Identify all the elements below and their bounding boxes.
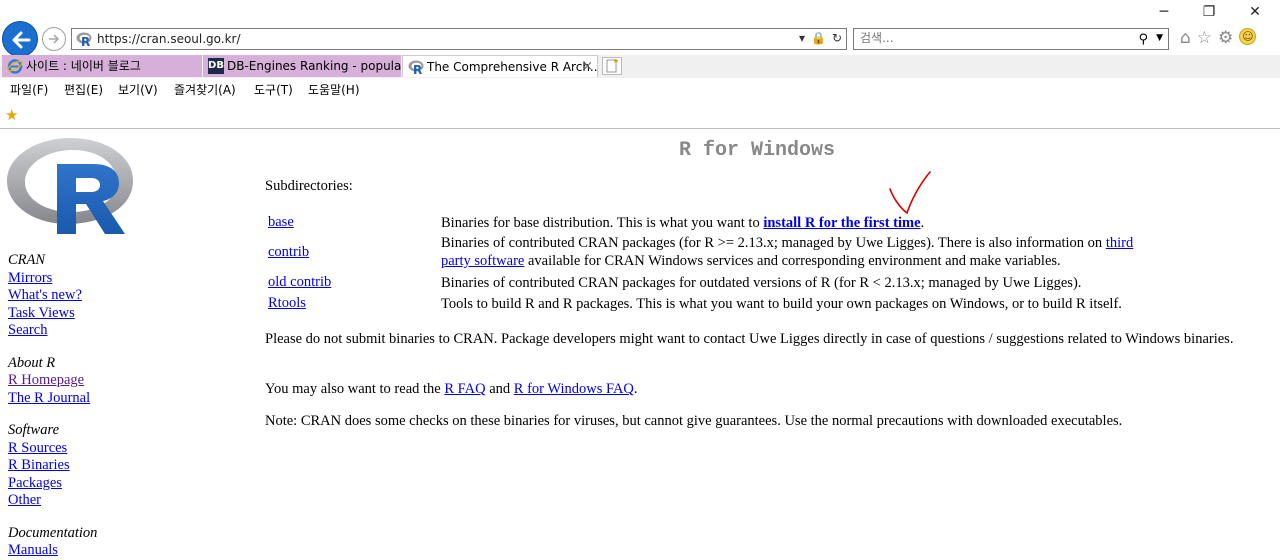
tab-label: 사이트 : 네이버 블로그 xyxy=(26,59,141,73)
favorites-bar: ★ xyxy=(0,100,1280,129)
sidebar-heading-documentation: Documentation xyxy=(8,524,98,541)
sidebar-heading-cran: CRAN xyxy=(8,252,46,268)
sidebar-link-search[interactable]: Search xyxy=(8,322,97,340)
address-bar[interactable]: R https://cran.seoul.go.kr/ ▾ 🔒 ↻ xyxy=(71,28,847,50)
menu-file[interactable]: 파일(F) xyxy=(10,81,48,98)
red-checkmark-annotation xyxy=(889,171,931,215)
new-tab-icon[interactable] xyxy=(602,57,622,75)
sidebar-link-mirrors[interactable]: Mirrors xyxy=(8,270,97,288)
search-box[interactable]: ⚲ ▼ xyxy=(853,28,1169,50)
search-dropdown-icon[interactable]: ▼ xyxy=(1156,33,1163,43)
page-title: R for Windows xyxy=(679,139,836,162)
restore-button[interactable]: ❐ xyxy=(1199,4,1219,20)
refresh-icon[interactable]: ↻ xyxy=(832,31,842,45)
menu-favorites[interactable]: 즐겨찾기(A) xyxy=(174,81,236,98)
subdirectories-label: Subdirectories: xyxy=(265,178,353,194)
menu-bar: 파일(F) 편집(E) 보기(V) 즐겨찾기(A) 도구(T) 도움말(H) xyxy=(0,78,1280,100)
tab-naver-blog[interactable]: 사이트 : 네이버 블로그 xyxy=(2,55,202,77)
tab-bar: 사이트 : 네이버 블로그 DB DB-Engines Ranking - po… xyxy=(0,55,1280,78)
sidebar-link-r-binaries[interactable]: R Binaries xyxy=(8,457,97,475)
search-input[interactable] xyxy=(860,31,1120,45)
r-favicon-icon: R xyxy=(408,60,424,75)
sidebar-link-task-views[interactable]: Task Views xyxy=(8,305,97,323)
minimize-button[interactable]: ─ xyxy=(1154,4,1174,20)
search-icon[interactable]: ⚲ xyxy=(1138,32,1148,47)
sidebar-heading-software: Software xyxy=(8,422,60,438)
forward-button[interactable] xyxy=(42,27,66,51)
menu-view[interactable]: 보기(V) xyxy=(118,81,158,98)
paragraph-faq: You may also want to read the R FAQ and … xyxy=(265,381,638,397)
sidebar-link-r-sources[interactable]: R Sources xyxy=(8,440,97,458)
sidebar-heading-about-r: About R xyxy=(8,354,56,371)
link-old-contrib[interactable]: old contrib xyxy=(268,274,331,291)
tab-db-engines[interactable]: DB DB-Engines Ranking - popular... xyxy=(203,55,401,77)
menu-help[interactable]: 도움말(H) xyxy=(308,81,360,98)
forward-arrow-icon xyxy=(49,34,60,44)
r-favicon-icon: R xyxy=(76,32,92,47)
desc-old-contrib: Binaries of contributed CRAN packages fo… xyxy=(441,275,1082,291)
link-r-windows-faq[interactable]: R for Windows FAQ xyxy=(514,381,634,397)
link-third-party-software-2[interactable]: party software xyxy=(441,253,524,269)
db-engines-icon: DB xyxy=(208,58,224,74)
browser-toolbar: ─ ❐ ✕ R https://cran.seoul.go.kr/ ▾ 🔒 ↻ … xyxy=(0,0,1280,57)
menu-tools[interactable]: 도구(T) xyxy=(254,81,293,98)
desc-base: Binaries for base distribution. This is … xyxy=(441,215,925,231)
link-install-r-first-time[interactable]: install R for the first time xyxy=(763,215,920,231)
link-r-faq[interactable]: R FAQ xyxy=(444,381,485,397)
star-icon[interactable]: ☆ xyxy=(1197,28,1212,48)
sidebar-link-whats-new[interactable]: What's new? xyxy=(8,287,97,305)
tab-label: The Comprehensive R Arch... xyxy=(427,60,598,74)
sidebar-link-other[interactable]: Other xyxy=(8,492,97,510)
sidebar-link-manuals[interactable]: Manuals xyxy=(8,542,97,560)
sidebar-link-packages[interactable]: Packages xyxy=(8,475,97,493)
back-arrow-icon xyxy=(12,31,31,49)
paragraph-virus-note: Note: CRAN does some checks on these bin… xyxy=(265,413,1123,429)
close-window-button[interactable]: ✕ xyxy=(1245,4,1265,20)
back-button[interactable] xyxy=(2,21,38,57)
sidebar-link-r-homepage[interactable]: R Homepage xyxy=(8,372,97,390)
home-icon[interactable]: ⌂ xyxy=(1180,28,1191,48)
menu-edit[interactable]: 편집(E) xyxy=(64,81,103,98)
ie-icon xyxy=(7,59,23,74)
svg-text:R: R xyxy=(413,63,422,75)
sidebar-nav: CRAN Mirrors What's new? Task Views Sear… xyxy=(8,252,97,560)
gear-icon[interactable]: ⚙ xyxy=(1218,28,1233,48)
tab-cran[interactable]: R The Comprehensive R Arch... × xyxy=(402,55,598,77)
web-page: CRAN Mirrors What's new? Task Views Sear… xyxy=(0,129,1280,559)
link-contrib[interactable]: contrib xyxy=(268,244,309,261)
paragraph-binaries-notice: Please do not submit binaries to CRAN. P… xyxy=(265,331,1234,347)
svg-text:R: R xyxy=(81,35,90,47)
url-text[interactable]: https://cran.seoul.go.kr/ xyxy=(97,32,241,46)
dropdown-icon[interactable]: ▾ xyxy=(799,31,805,45)
desc-contrib: Binaries of contributed CRAN packages (f… xyxy=(441,235,1134,269)
smiley-icon[interactable]: ☺ xyxy=(1239,28,1257,45)
desc-rtools: Tools to build R and R packages. This is… xyxy=(441,296,1122,312)
close-tab-icon[interactable]: × xyxy=(582,56,593,77)
lock-icon[interactable]: 🔒 xyxy=(811,31,826,45)
r-logo[interactable] xyxy=(7,136,135,236)
link-third-party-software[interactable]: third xyxy=(1106,235,1133,251)
link-rtools[interactable]: Rtools xyxy=(268,295,306,312)
link-base[interactable]: base xyxy=(268,214,294,231)
sidebar-link-r-journal[interactable]: The R Journal xyxy=(8,390,97,408)
favorites-add-icon[interactable]: ★ xyxy=(5,106,18,124)
tab-label: DB-Engines Ranking - popular... xyxy=(227,59,401,73)
